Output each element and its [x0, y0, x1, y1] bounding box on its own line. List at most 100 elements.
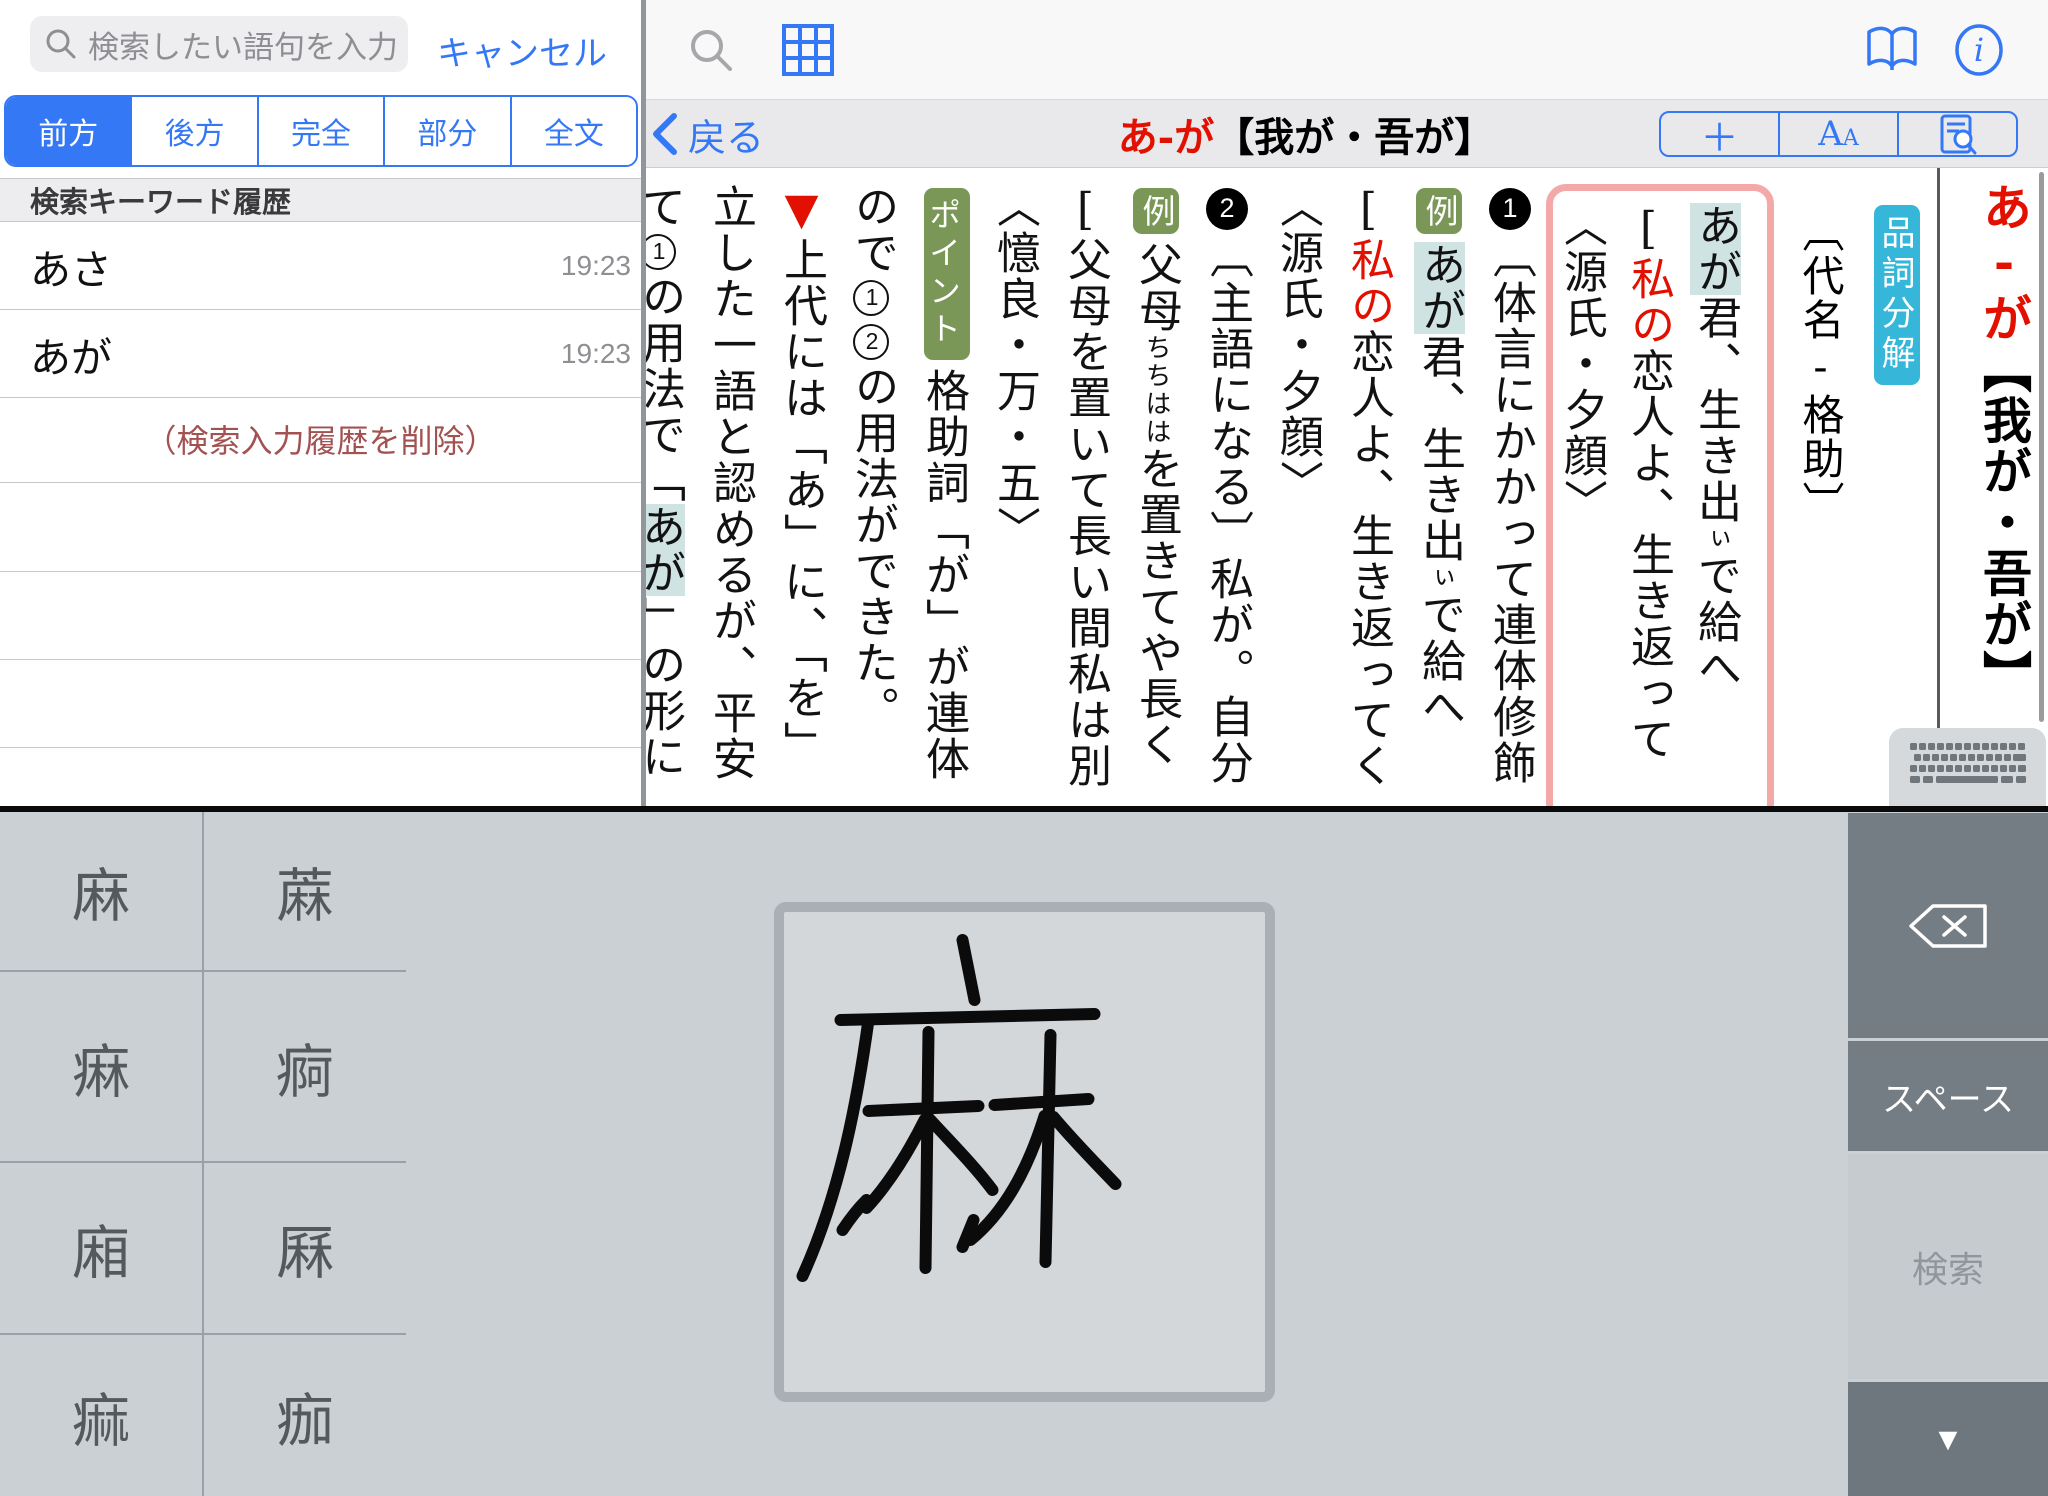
entry-column: [父母を置いて長い間私は別れてあが [1058, 184, 1112, 804]
cancel-button[interactable]: キャンセル [437, 26, 607, 75]
entry-column: 1〔体言にかかって連体修飾語に [1483, 184, 1537, 804]
entry-text: で給へ [1690, 553, 1741, 691]
entry-column: ので12の用法ができた。 [845, 184, 899, 804]
entry-column: ポイント格助詞「が」が連体修飾語 [916, 184, 970, 804]
entry-text: [ [1623, 203, 1674, 256]
entry-column: あが君、生き出ぃで給へ [1688, 203, 1742, 803]
tab-後方[interactable]: 後方 [130, 97, 256, 165]
entry-text: 〈源氏・夕顔〉 [1272, 184, 1323, 506]
entry-column: 立した一語と認めるが、平安時 [703, 184, 757, 804]
collapse-triangle-icon: ▼ [1932, 1421, 1964, 1458]
entry-column: 例父母ちちははを置きてや長く [1129, 184, 1183, 804]
candidate-麻[interactable]: 麻 [0, 812, 202, 970]
top-toolbar: i [646, 0, 2048, 100]
candidate-蔴[interactable]: 蔴 [204, 812, 406, 970]
entry-text: ので [847, 184, 898, 276]
entry-text: で給へ [1414, 592, 1465, 730]
grid-icon [781, 23, 835, 77]
search-icon [687, 26, 735, 74]
pos-column: 〔代名‐格助〕 [1792, 210, 1846, 770]
entry-text: の用法で「 [646, 274, 685, 504]
sense-number: 1 [1489, 188, 1531, 230]
candidate-痲[interactable]: 痲 [0, 1335, 202, 1496]
sense-number: 2 [1206, 188, 1248, 230]
highlighted-term: あが [1690, 203, 1741, 295]
bookshelf-button[interactable] [1862, 0, 1922, 100]
tab-部分[interactable]: 部分 [383, 97, 509, 165]
keyboard-dismiss-button[interactable] [1889, 728, 2046, 806]
info-button[interactable]: i [1951, 0, 2007, 100]
entry-text: 〔体言にかかって連体修飾語に [1483, 184, 1536, 786]
backspace-key[interactable] [1848, 813, 2048, 1038]
page-search-icon [1939, 113, 1977, 155]
keyboard-dismiss-icon [1908, 739, 2028, 795]
entry-column: 〈憶良・万・五〉 [987, 184, 1041, 804]
entry-text: [父母を置いて長い間私は別れて [1058, 184, 1111, 789]
history-row[interactable]: あが19:23 [0, 310, 641, 398]
tab-全文[interactable]: 全文 [510, 97, 636, 165]
search-icon-button[interactable] [686, 0, 736, 100]
search-in-page-button[interactable] [1897, 113, 2016, 155]
scrollbar[interactable] [2039, 172, 2044, 722]
entry-text: 立した一語と認めるが、平安時 [703, 184, 756, 782]
font-size-button[interactable]: AA [1778, 113, 1897, 155]
list-separator [0, 571, 641, 572]
entry-controls: ＋ AA [1659, 111, 2018, 157]
history-time: 19:23 [561, 338, 631, 370]
search-key[interactable]: 検索 [1848, 1154, 2048, 1379]
search-icon [44, 27, 78, 61]
entry-toolbar: 戻る あ‐が【我が・吾が】 ＋ AA [646, 100, 2048, 168]
ref-number: 1 [853, 280, 889, 316]
list-separator [0, 747, 641, 748]
plus-icon: ＋ [1700, 111, 1738, 157]
book-icon [1863, 24, 1921, 76]
clear-history-button[interactable]: （検索入力履歴を削除） [0, 396, 641, 483]
history-list: あさ19:23あが19:23 [0, 222, 641, 398]
search-mode-tabs: 前方後方完全部分全文 [4, 95, 638, 167]
add-bookmark-button[interactable]: ＋ [1661, 113, 1778, 155]
point-badge: ポイント [924, 188, 970, 360]
entry-text: 〈源氏・夕顔〉 [1556, 203, 1607, 525]
back-button[interactable]: 戻る [652, 100, 764, 168]
entry-text: ぃ [1424, 564, 1454, 592]
headword-divider [1937, 168, 1940, 806]
dictionary-app: 検索したい語句を入力 キャンセル 前方後方完全部分全文 検索キーワード履歴 あさ… [0, 0, 2048, 1496]
history-time: 19:23 [561, 250, 631, 282]
entry-column: 例あが君、生き出ぃで給へ [1412, 184, 1466, 804]
tab-前方[interactable]: 前方 [6, 97, 130, 165]
entry-column: て1の用法で「あが」の形に固定 [646, 184, 686, 804]
candidate-痳[interactable]: 痳 [0, 972, 202, 1161]
backspace-icon [1905, 901, 1991, 951]
entry-column: [私の恋人よ、生き返ってくださ [1341, 184, 1395, 804]
handwriting-canvas[interactable] [774, 902, 1275, 1402]
candidate-痾[interactable]: 痾 [204, 972, 406, 1161]
candidate-痂[interactable]: 痂 [204, 1335, 406, 1496]
entry-column: 〈源氏・夕顔〉 [1270, 184, 1324, 804]
entry-text: を置きてや長く [1131, 446, 1182, 768]
candidate-厤[interactable]: 厤 [204, 1163, 406, 1333]
entry-text: 〔主語になる〕私が。自分が。 [1200, 184, 1253, 786]
search-input[interactable]: 検索したい語句を入力 [30, 16, 408, 72]
grid-view-button[interactable] [780, 0, 836, 100]
entry-text: ちちはは [1141, 334, 1171, 446]
space-key[interactable]: スペース [1848, 1041, 2048, 1151]
highlighted-term: あが [1414, 242, 1465, 334]
entry-text: の用法ができた。 [847, 364, 898, 732]
collapse-keyboard-key[interactable]: ▼ [1848, 1382, 2048, 1496]
example-badge: 例 [1416, 188, 1462, 234]
search-panel: 検索したい語句を入力 キャンセル 前方後方完全部分全文 検索キーワード履歴 あさ… [0, 0, 641, 806]
entry-text: て [646, 184, 685, 230]
handwriting-keyboard: 麻蔴痳痾廂厤痲痂 [0, 806, 2048, 1496]
entry-column: [私の恋人よ、生き返ってくださ [1621, 203, 1675, 803]
entry-text: ▼ [776, 184, 827, 237]
entry-text: 私の [1343, 237, 1394, 329]
entry-text: 私の [1623, 256, 1674, 348]
history-term: あさ [30, 236, 112, 296]
candidate-廂[interactable]: 廂 [0, 1163, 202, 1333]
pos-analysis-badge[interactable]: 品詞分解 [1874, 205, 1920, 385]
history-header: 検索キーワード履歴 [0, 178, 641, 222]
history-row[interactable]: あさ 19:23 [0, 222, 641, 310]
tab-完全[interactable]: 完全 [257, 97, 383, 165]
font-size-icon: AA [1818, 114, 1858, 154]
entry-text: 君、生き出 [1690, 295, 1741, 525]
